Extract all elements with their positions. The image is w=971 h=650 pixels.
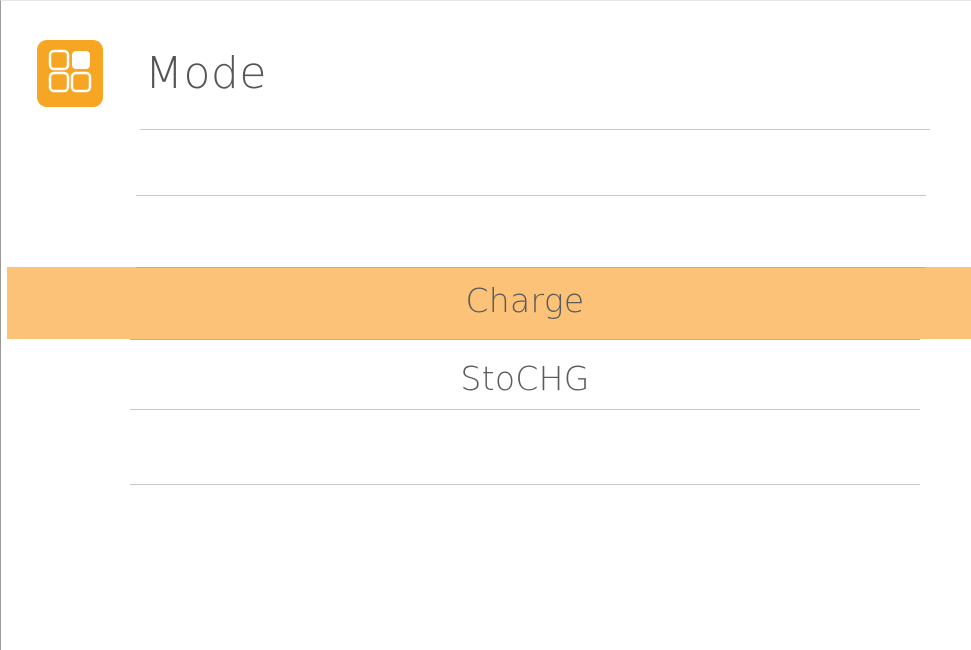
picker-divider (130, 339, 920, 340)
picker-item-stochg[interactable]: StoCHG (130, 356, 920, 402)
picker-item-empty-3[interactable] (130, 410, 920, 484)
picker-divider (136, 267, 926, 268)
picker-item-charge[interactable]: Charge (130, 278, 920, 324)
picker-divider (130, 484, 920, 485)
grid-apps-icon (37, 40, 103, 107)
picker-item-empty-2[interactable] (130, 196, 920, 266)
picker-item-empty-1[interactable] (130, 130, 920, 195)
page-title: Mode (145, 48, 267, 99)
